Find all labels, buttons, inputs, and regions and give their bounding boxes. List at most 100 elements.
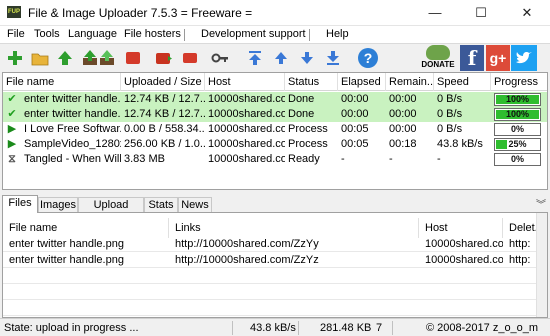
status-copyright: © 2008-2017 z_o_o_m — [426, 322, 539, 334]
cell-host: 10000shared.com — [208, 108, 285, 120]
cell-speed: 43.8 kB/s — [437, 138, 483, 150]
column-header-file-name[interactable]: File name — [3, 218, 169, 238]
twitter-icon[interactable] — [511, 45, 537, 71]
help-icon[interactable]: ? — [358, 48, 378, 68]
vertical-scrollbar[interactable] — [536, 213, 547, 317]
table-row[interactable]: ✔ enter twitter handle... 12.74 KB / 12.… — [3, 107, 547, 122]
status-uploaded: 281.48 KB — [320, 322, 372, 334]
tab-images[interactable]: Images — [38, 197, 78, 213]
add-file-icon[interactable] — [6, 49, 24, 67]
check-icon: ✔ — [7, 108, 17, 120]
status-bar: State: upload in progress ... 43.8 kB/s … — [0, 318, 550, 336]
stop-all-icon[interactable] — [155, 49, 173, 67]
upload-icon[interactable] — [81, 49, 99, 67]
menu-development-support[interactable]: Development support — [201, 28, 306, 40]
cell-host: 10000shared.com — [208, 123, 285, 135]
list-item[interactable]: enter twitter handle.png http://10000sha… — [3, 236, 547, 252]
column-header-progress[interactable]: Progress — [491, 73, 547, 91]
cell-delete-link[interactable]: http: — [503, 252, 536, 268]
status-separator — [392, 321, 393, 335]
progress-bar: 25% — [494, 138, 541, 151]
cell-host: 10000shared.com — [425, 254, 503, 266]
menu-separator — [184, 29, 185, 41]
cell-file-name: SampleVideo_1280x... — [24, 138, 121, 150]
list-item — [3, 268, 547, 284]
status-speed: 43.8 kB/s — [250, 322, 296, 334]
upload-queue-table: File name Uploaded / Size Host Status El… — [2, 72, 548, 190]
files-panel: File name Links Host Delet... enter twit… — [2, 212, 548, 318]
cell-elapsed: 00:05 — [341, 138, 369, 150]
cell-remain: 00:00 — [389, 108, 417, 120]
tab-bar: Files Images Upload history Stats News — [2, 195, 548, 226]
progress-text: 100% — [505, 94, 530, 104]
cell-speed: 0 B/s — [437, 108, 463, 120]
panel-splitter[interactable] — [0, 190, 550, 194]
move-down-icon[interactable] — [298, 49, 316, 67]
cell-link[interactable]: http://10000shared.com/ZzYz — [169, 252, 419, 268]
column-header-links[interactable]: Links — [169, 218, 419, 238]
close-button[interactable]: ✕ — [504, 0, 550, 26]
column-header-host[interactable]: Host — [419, 218, 503, 238]
move-up-blue-icon[interactable] — [272, 49, 290, 67]
menu-help[interactable]: Help — [326, 28, 349, 40]
cell-uploaded-size: 256.00 KB / 1.0... — [124, 138, 205, 150]
app-logo-icon: FUP — [7, 6, 21, 18]
progress-bar: 0% — [494, 153, 541, 166]
tab-files[interactable]: Files — [2, 195, 38, 213]
donate-button[interactable]: DONATE — [418, 45, 458, 71]
column-header-delete[interactable]: Delet... — [503, 218, 544, 238]
cell-link[interactable]: http://10000shared.com/ZzYy — [169, 236, 419, 252]
remove-icon[interactable] — [181, 49, 199, 67]
upload-all-icon[interactable] — [98, 49, 116, 67]
maximize-button[interactable]: ☐ — [458, 0, 504, 26]
cell-file-name: enter twitter handle... — [24, 93, 121, 105]
table-row[interactable]: ⧖ Tangled - When Will... 3.83 MB 10000sh… — [3, 152, 547, 167]
tab-stats[interactable]: Stats — [144, 197, 178, 213]
column-header-uploaded-size[interactable]: Uploaded / Size — [121, 73, 205, 91]
table-row[interactable]: ▶ SampleVideo_1280x... 256.00 KB / 1.0..… — [3, 137, 547, 152]
menu-language[interactable]: Language — [68, 28, 117, 40]
cell-status: Done — [288, 108, 315, 120]
cell-file-name: enter twitter handle... — [24, 108, 121, 120]
table-row[interactable]: ▶ I Love Free Softwar... 0.00 B / 558.34… — [3, 122, 547, 137]
menu-file[interactable]: File — [7, 28, 25, 40]
table-row[interactable]: ✔ enter twitter handle... 12.74 KB / 12.… — [3, 92, 547, 107]
progress-text: 0% — [510, 154, 524, 164]
cell-status: Process — [288, 138, 328, 150]
play-icon: ▶ — [7, 138, 17, 150]
column-header-host[interactable]: Host — [205, 73, 285, 91]
collapse-panel-icon[interactable]: ︾ — [536, 196, 546, 211]
googleplus-icon[interactable]: g+ — [486, 45, 510, 71]
menu-file-hosters[interactable]: File hosters — [124, 28, 181, 40]
cell-speed: 0 B/s — [437, 93, 463, 105]
move-up-icon[interactable] — [56, 49, 74, 67]
add-folder-icon[interactable] — [31, 49, 49, 67]
cell-host: 10000shared.com — [425, 238, 503, 250]
column-header-status[interactable]: Status — [285, 73, 338, 91]
key-icon[interactable] — [211, 49, 229, 67]
menu-tools[interactable]: Tools — [34, 28, 60, 40]
cell-file-name: enter twitter handle.png — [9, 254, 124, 266]
progress-bar: 100% — [494, 93, 541, 106]
cell-elapsed: 00:05 — [341, 123, 369, 135]
minimize-button[interactable]: — — [412, 0, 458, 26]
facebook-icon[interactable]: f — [460, 45, 484, 71]
wait-icon: ⧖ — [8, 153, 16, 165]
tab-upload-history[interactable]: Upload history — [78, 197, 144, 226]
stop-icon[interactable] — [124, 49, 142, 67]
column-header-speed[interactable]: Speed — [434, 73, 491, 91]
tab-news[interactable]: News — [178, 197, 212, 213]
cell-delete-link[interactable]: http: — [503, 236, 536, 252]
column-header-file-name[interactable]: File name — [3, 73, 121, 91]
piggy-bank-icon — [426, 45, 450, 60]
cell-host: 10000shared.com — [208, 93, 285, 105]
move-bottom-icon[interactable] — [324, 49, 342, 67]
move-top-icon[interactable] — [246, 49, 264, 67]
column-header-remain[interactable]: Remain... — [386, 73, 434, 91]
cell-file-name: Tangled - When Will... — [24, 153, 121, 165]
donate-label: DONATE — [421, 60, 455, 69]
list-item[interactable]: enter twitter handle.png http://10000sha… — [3, 252, 547, 268]
cell-uploaded-size: 12.74 KB / 12.7... — [124, 108, 205, 120]
column-header-elapsed[interactable]: Elapsed — [338, 73, 386, 91]
menu-bar: File Tools Language File hosters Develop… — [0, 26, 550, 44]
